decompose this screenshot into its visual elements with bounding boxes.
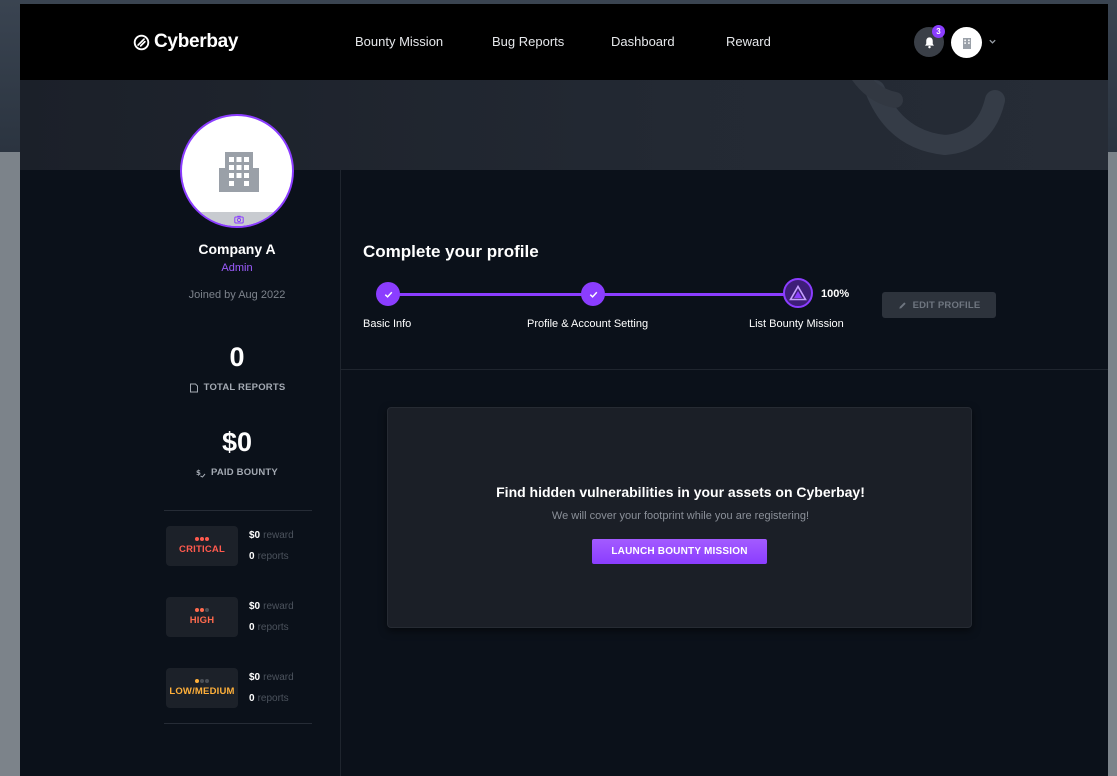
bell-icon: [924, 36, 934, 48]
launch-mission-card: Find hidden vulnerabilities in your asse…: [387, 407, 972, 628]
building-icon: [219, 152, 259, 192]
nav-bounty-mission[interactable]: Bounty Mission: [355, 34, 443, 49]
chevron-down-icon[interactable]: [988, 37, 997, 46]
nav-dashboard[interactable]: Dashboard: [611, 34, 675, 49]
avatar-upload-button[interactable]: [182, 212, 292, 226]
low-medium-reports: 0 reports: [249, 693, 289, 704]
reports-label: reports: [257, 551, 289, 562]
notifications-button[interactable]: 3: [914, 25, 945, 57]
column-divider: [340, 170, 341, 776]
severity-label: LOW/MEDIUM: [169, 686, 235, 697]
company-role: Admin: [221, 262, 253, 274]
reward-value: $0: [249, 601, 261, 612]
step-label-list-bounty: List Bounty Mission: [749, 318, 844, 330]
company-avatar: [180, 114, 294, 228]
document-icon: [189, 383, 198, 392]
reports-value: 0: [249, 551, 255, 562]
reports-value: 0: [249, 622, 255, 633]
nav-reward[interactable]: Reward: [726, 34, 771, 49]
money-hand-icon: $: [196, 469, 206, 478]
brand-name: Cyberbay: [154, 31, 239, 52]
severity-badge-low-medium: LOW/MEDIUM: [166, 668, 238, 708]
step-label-profile-account: Profile & Account Setting: [527, 318, 649, 330]
paid-bounty-label-row: $ PAID BOUNTY: [134, 467, 340, 478]
critical-reward: $0 reward: [249, 530, 294, 541]
severity-label: HIGH: [189, 615, 215, 626]
severity-dots: [195, 679, 209, 683]
camera-icon: [234, 215, 244, 223]
step-list-bounty-dot[interactable]: [783, 278, 813, 308]
top-navbar: Cyberbay Bounty Mission Bug Reports Dash…: [20, 4, 1108, 80]
watermark-logo-icon: [852, 80, 1005, 156]
joined-date: Joined by Aug 2022: [188, 289, 286, 301]
high-reward: $0 reward: [249, 601, 294, 612]
paid-bounty-label: PAID BOUNTY: [211, 467, 278, 478]
severity-dots: [195, 537, 209, 541]
reward-value: $0: [249, 530, 261, 541]
complete-profile-title: Complete your profile: [363, 242, 539, 261]
step-label-basic-info: Basic Info: [363, 318, 412, 330]
cta-subtitle: We will cover your footprint while you a…: [551, 510, 810, 522]
company-name: Company A: [198, 241, 276, 257]
severity-badge-high: HIGH: [166, 597, 238, 637]
severity-dots: [195, 608, 209, 612]
low-medium-reward: $0 reward: [249, 672, 294, 683]
total-reports-label: TOTAL REPORTS: [203, 382, 286, 393]
cyberbay-logo-icon: [133, 34, 150, 50]
reward-label: reward: [263, 672, 294, 683]
step-profile-account-dot[interactable]: [581, 282, 605, 306]
total-reports-value: 0: [229, 342, 245, 372]
reports-label: reports: [257, 622, 289, 633]
divider: [164, 723, 312, 724]
severity-badge-critical: CRITICAL: [166, 526, 238, 566]
app-window: Cyberbay Bounty Mission Bug Reports Dash…: [20, 4, 1108, 776]
building-icon: [962, 37, 971, 49]
check-icon: [384, 291, 392, 298]
nav-bug-reports[interactable]: Bug Reports: [492, 34, 564, 49]
notification-count-badge: 3: [932, 25, 945, 38]
severity-label: CRITICAL: [179, 544, 225, 555]
reports-label: reports: [257, 693, 289, 704]
page-backdrop-right: [1108, 152, 1117, 776]
pencil-icon: [898, 301, 906, 309]
divider: [164, 510, 312, 511]
critical-reports: 0 reports: [249, 551, 289, 562]
brand-logo[interactable]: Cyberbay: [133, 31, 239, 53]
user-avatar-menu[interactable]: [951, 27, 982, 58]
check-icon: [589, 291, 597, 298]
profile-completion-percent: 100%: [821, 288, 850, 300]
reward-label: reward: [263, 601, 294, 612]
reward-label: reward: [263, 530, 294, 541]
launch-bounty-mission-button[interactable]: LAUNCH BOUNTY MISSION: [592, 539, 767, 564]
paid-bounty-value: $0: [221, 427, 253, 457]
cta-title: Find hidden vulnerabilities in your asse…: [496, 484, 865, 500]
high-reports: 0 reports: [249, 622, 289, 633]
reward-value: $0: [249, 672, 261, 683]
edit-profile-label: EDIT PROFILE: [912, 299, 981, 311]
edit-profile-button[interactable]: EDIT PROFILE: [882, 292, 996, 318]
triangle-icon: [789, 285, 807, 301]
reports-value: 0: [249, 693, 255, 704]
total-reports-label-row: TOTAL REPORTS: [134, 382, 340, 393]
divider: [341, 369, 1108, 370]
step-basic-info-dot[interactable]: [376, 282, 400, 306]
svg-text:$: $: [196, 469, 201, 477]
page-backdrop-left: [0, 152, 20, 776]
